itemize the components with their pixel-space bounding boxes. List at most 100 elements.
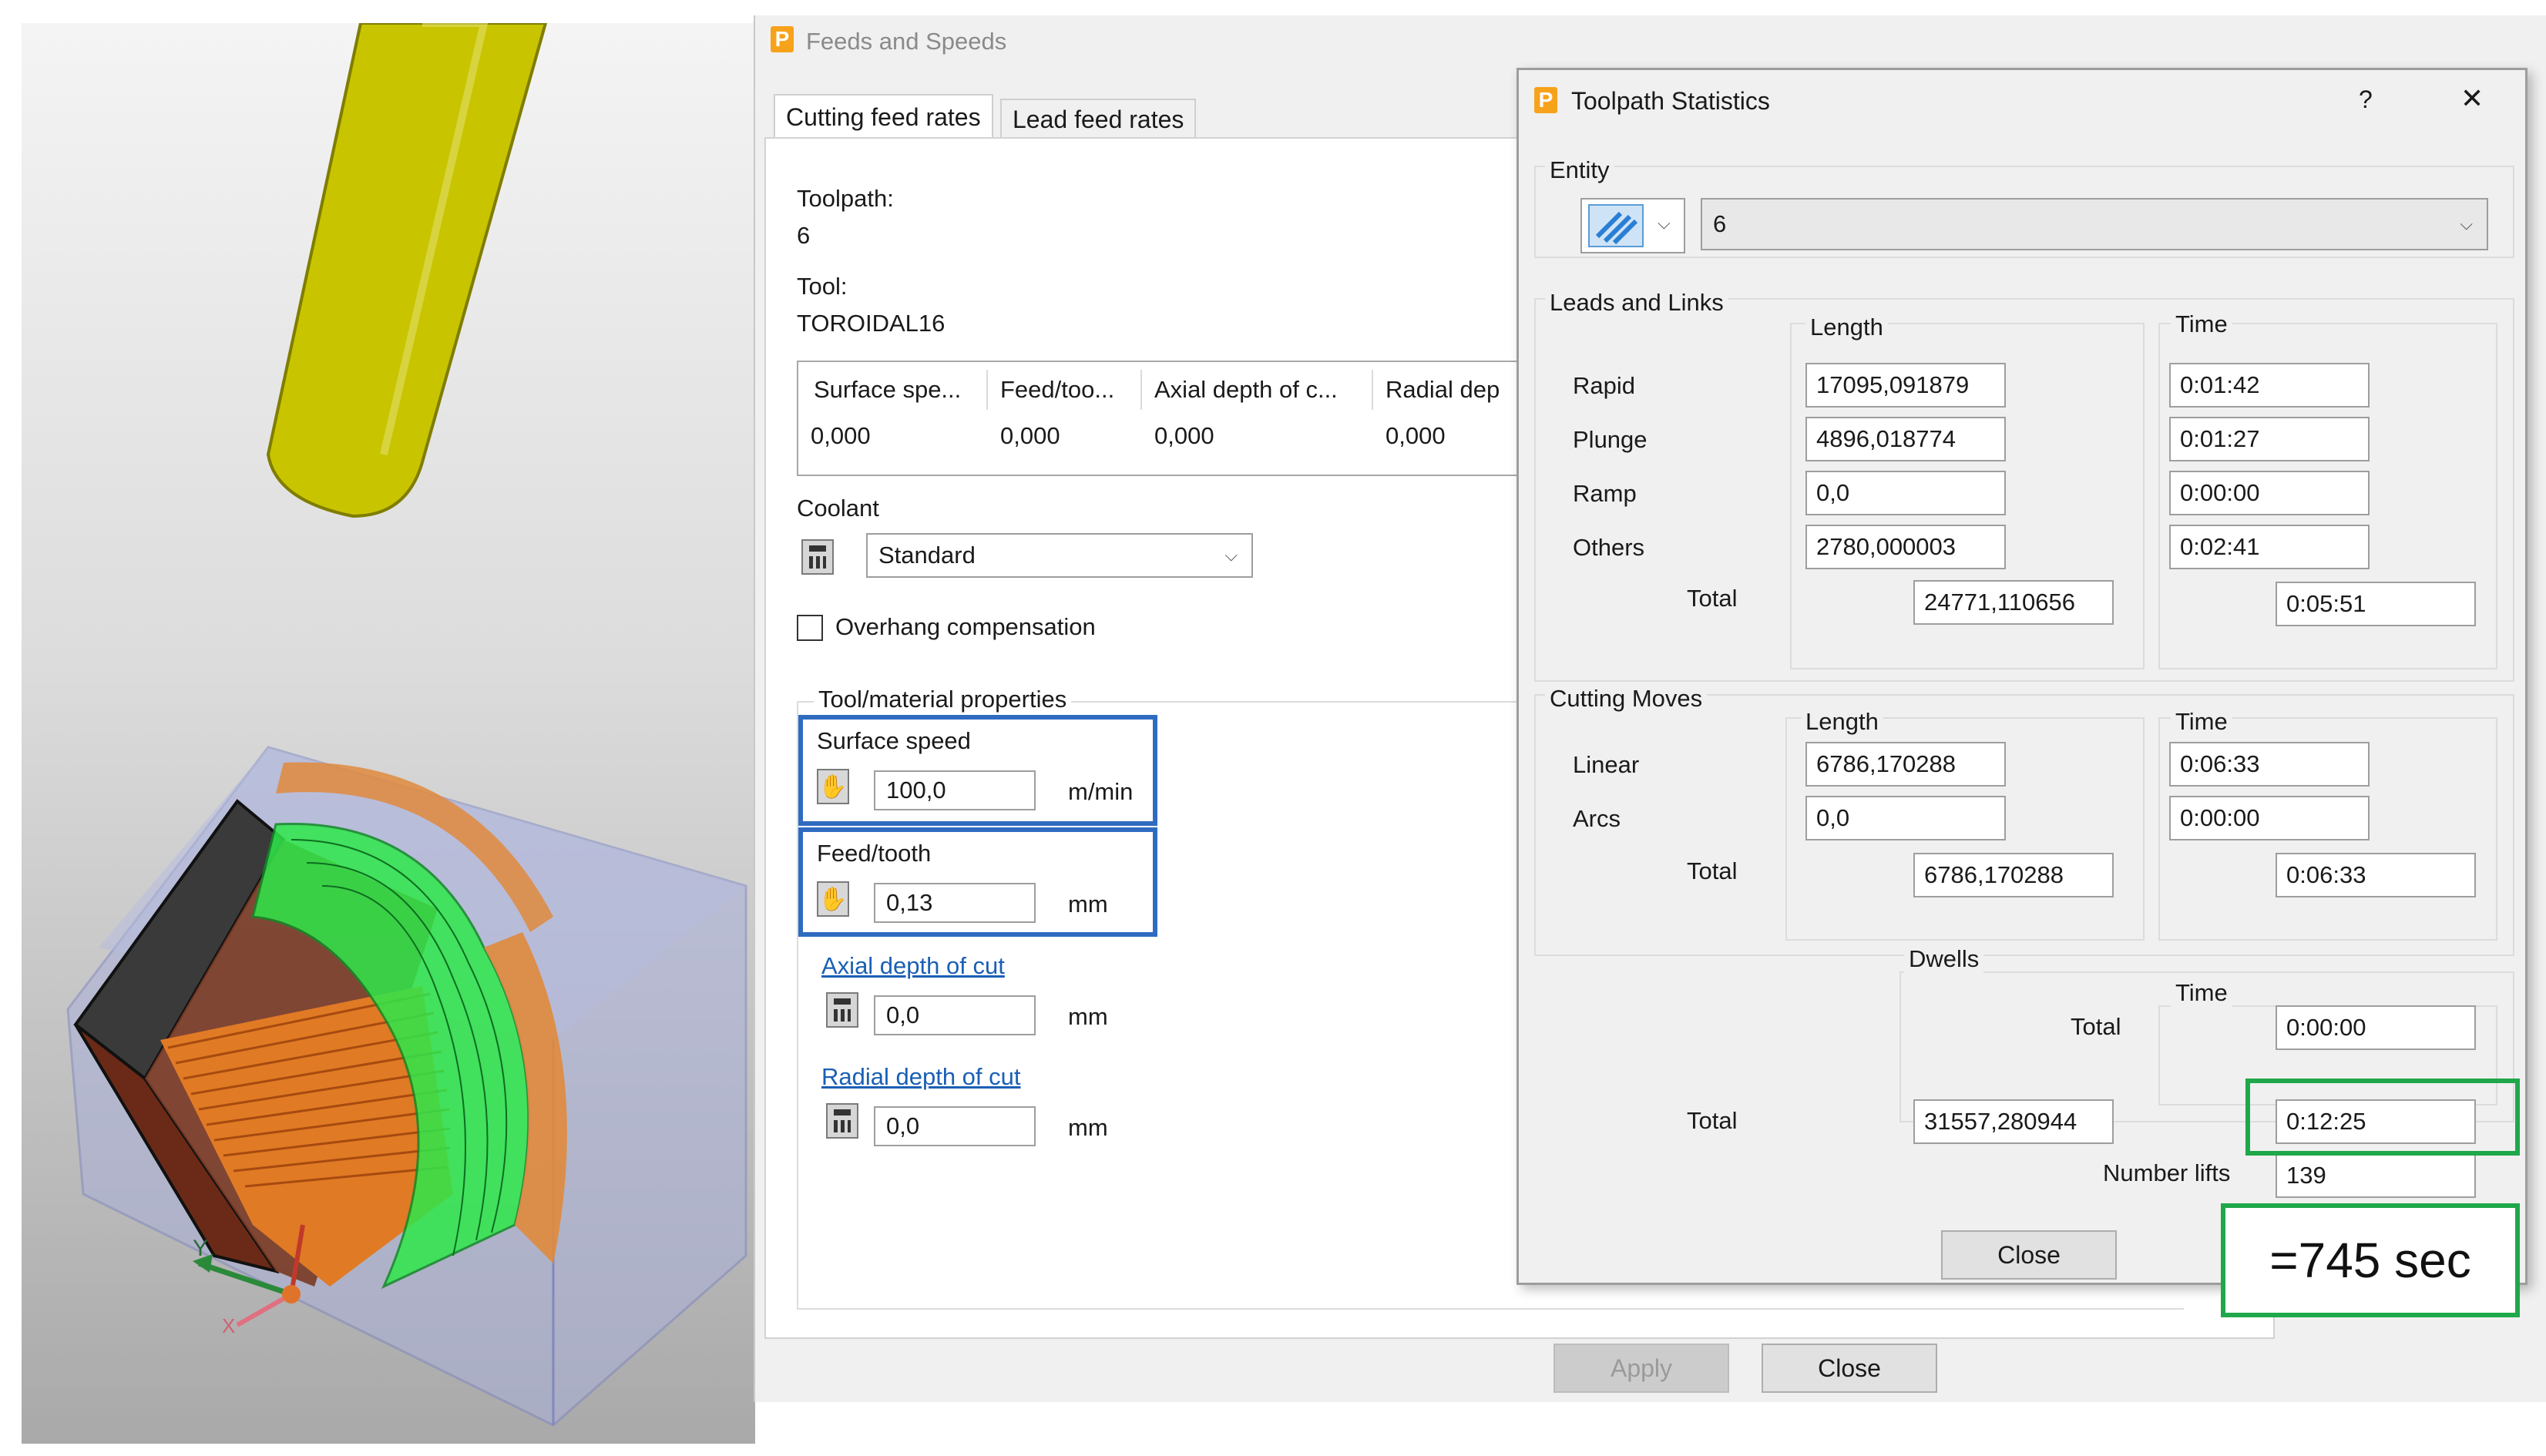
table-cell: 0,000 (811, 422, 871, 449)
arcs-length-field: 0,0 (1805, 796, 2006, 840)
ramp-length-field: 0,0 (1805, 471, 2006, 515)
tool-material-properties-title: Tool/material properties (814, 686, 1072, 713)
rapid-length-field: 17095,091879 (1805, 363, 2006, 408)
stats-close-button[interactable]: Close (1941, 1230, 2117, 1280)
dwells-total-label: Total (2071, 1013, 2121, 1040)
dwells-total-time-field: 0:00:00 (2276, 1005, 2476, 1050)
feed-tooth-unit: mm (1068, 891, 1108, 918)
entity-name-select[interactable]: 6 ⌵ (1701, 198, 2488, 250)
radial-depth-input[interactable]: 0,0 (874, 1106, 1036, 1146)
3d-viewport[interactable]: Y X (22, 23, 755, 1444)
overhang-label: Overhang compensation (835, 613, 1096, 640)
cutting-total-length-field: 6786,170288 (1913, 853, 2114, 897)
axial-depth-unit: mm (1068, 1003, 1108, 1030)
radial-depth-unit: mm (1068, 1114, 1108, 1141)
feeds-dialog-title: Feeds and Speeds (806, 28, 1007, 55)
plunge-time-field: 0:01:27 (2169, 417, 2370, 461)
plunge-length-field: 4896,018774 (1805, 417, 2006, 461)
calculator-icon[interactable] (826, 992, 858, 1028)
surface-speed-label: Surface speed (817, 727, 971, 754)
dwells-title: Dwells (1904, 945, 1984, 973)
cutting-row-label: Linear (1573, 751, 1640, 778)
table-header-radial-depth: Radial dep (1386, 376, 1500, 403)
others-length-field: 2780,000003 (1805, 525, 2006, 569)
toolpath-value: 6 (797, 222, 811, 249)
axis-x-label: X (222, 1314, 235, 1337)
table-header-surface-speed: Surface spe... (814, 376, 962, 403)
calculator-icon[interactable] (826, 1103, 858, 1139)
chevron-down-icon: ⌵ (2460, 214, 2473, 233)
number-lifts-label: Number lifts (2103, 1159, 2231, 1186)
chevron-down-icon: ⌵ (1658, 213, 1671, 233)
toolpath-icon-glyph (1595, 211, 1638, 245)
seconds-annotation: =745 sec (2269, 1233, 2471, 1288)
arcs-time-field: 0:00:00 (2169, 796, 2370, 840)
leads-row-label: Plunge (1573, 426, 1648, 453)
leads-total-time-field: 0:05:51 (2276, 582, 2476, 626)
cutting-time-header: Time (2171, 708, 2232, 736)
toolpath-icon (1588, 204, 1644, 247)
leads-and-links-title: Leads and Links (1545, 289, 1728, 317)
grand-total-length-field: 31557,280944 (1913, 1099, 2114, 1144)
stats-dialog-title: Toolpath Statistics (1571, 87, 1770, 115)
cutting-total-time-field: 0:06:33 (2276, 853, 2476, 897)
tab-lead-feed-rates[interactable]: Lead feed rates (1000, 99, 1197, 137)
table-cell: 0,000 (1386, 422, 1446, 449)
dwells-time-header: Time (2171, 979, 2232, 1007)
coolant-select[interactable]: Standard ⌵ (866, 533, 1253, 578)
calculator-icon[interactable] (801, 539, 834, 575)
surface-speed-unit: m/min (1068, 778, 1134, 805)
machining-scene: Y X (66, 23, 747, 1427)
ramp-time-field: 0:00:00 (2169, 471, 2370, 515)
apply-button[interactable]: Apply (1553, 1344, 1729, 1393)
cutting-row-label: Arcs (1573, 805, 1621, 832)
leads-total-label: Total (1687, 585, 1738, 612)
entity-name-value: 6 (1713, 210, 1727, 237)
toolpath-label: Toolpath: (797, 185, 894, 212)
feed-tooth-label: Feed/tooth (817, 840, 932, 867)
leads-row-label: Others (1573, 534, 1645, 561)
hand-icon[interactable]: ✋ (817, 881, 849, 917)
help-button[interactable]: ? (2359, 86, 2373, 114)
entity-type-select[interactable]: ⌵ (1580, 198, 1685, 253)
linear-length-field: 6786,170288 (1805, 742, 2006, 787)
axial-depth-link[interactable]: Axial depth of cut (821, 952, 1005, 980)
cutting-moves-title: Cutting Moves (1545, 685, 1708, 713)
entity-label: Entity (1545, 156, 1614, 184)
powermill-logo-icon: P (771, 26, 794, 52)
feeds-close-button[interactable]: Close (1762, 1344, 1937, 1393)
seconds-annotation-box: =745 sec (2221, 1203, 2520, 1317)
number-lifts-field: 139 (2276, 1153, 2476, 1198)
feed-summary-table: Surface spe... Feed/too... Axial depth o… (797, 361, 1567, 476)
leads-row-label: Rapid (1573, 372, 1635, 399)
tab-cutting-feed-rates[interactable]: Cutting feed rates (774, 94, 993, 137)
linear-time-field: 0:06:33 (2169, 742, 2370, 787)
radial-depth-link[interactable]: Radial depth of cut (821, 1063, 1021, 1091)
table-cell: 0,000 (1154, 422, 1214, 449)
leads-total-length-field: 24771,110656 (1913, 580, 2114, 625)
table-header-feed-tooth: Feed/too... (1000, 376, 1115, 403)
grand-total-label: Total (1687, 1107, 1738, 1134)
leads-time-header: Time (2171, 310, 2232, 338)
overhang-checkbox[interactable] (797, 615, 823, 641)
total-time-highlight (2245, 1079, 2520, 1156)
tool-value: TOROIDAL16 (797, 310, 946, 337)
rapid-time-field: 0:01:42 (2169, 363, 2370, 408)
coolant-label: Coolant (797, 495, 879, 522)
others-time-field: 0:02:41 (2169, 525, 2370, 569)
leads-length-header: Length (1805, 314, 1888, 341)
leads-row-label: Ramp (1573, 480, 1637, 507)
hand-icon[interactable]: ✋ (817, 769, 849, 804)
surface-speed-input[interactable]: 100,0 (874, 770, 1036, 810)
powermill-logo-icon: P (1534, 87, 1557, 113)
axial-depth-input[interactable]: 0,0 (874, 995, 1036, 1035)
chevron-down-icon: ⌵ (1224, 545, 1238, 565)
axis-y-label: Y (193, 1236, 208, 1261)
cutting-total-label: Total (1687, 857, 1738, 884)
table-header-axial-depth: Axial depth of c... (1154, 376, 1338, 403)
cutting-length-header: Length (1801, 708, 1883, 736)
feed-tooth-input[interactable]: 0,13 (874, 883, 1036, 923)
table-cell: 0,000 (1000, 422, 1060, 449)
close-icon[interactable]: ✕ (2460, 82, 2484, 115)
coolant-select-value: Standard (878, 542, 976, 569)
